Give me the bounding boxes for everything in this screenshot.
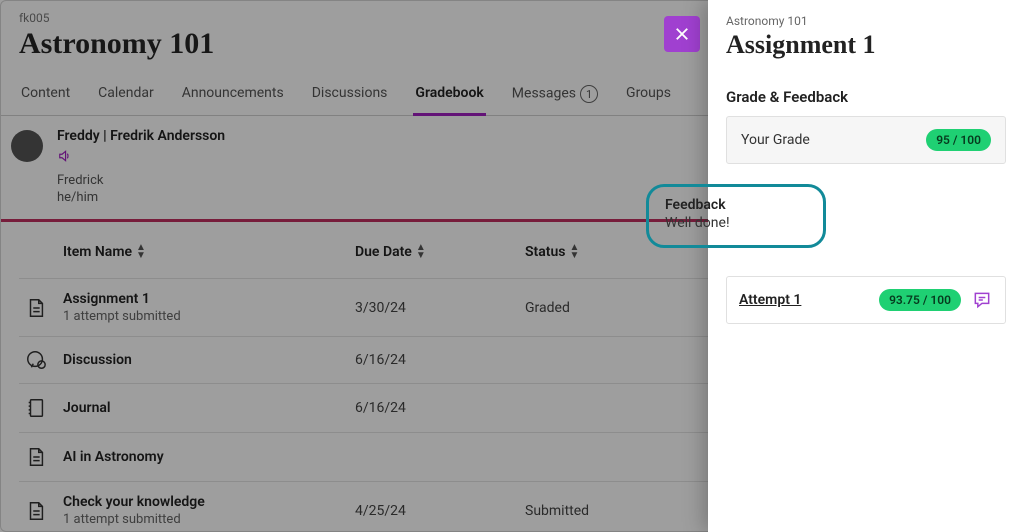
attempt-row: Attempt 1 93.75 / 100 bbox=[726, 276, 1006, 324]
feedback-text: Well done! bbox=[665, 215, 807, 231]
close-panel-button[interactable] bbox=[664, 16, 700, 52]
panel-title: Assignment 1 bbox=[726, 30, 1006, 60]
attempt-link[interactable]: Attempt 1 bbox=[739, 292, 869, 308]
panel-breadcrumb[interactable]: Astronomy 101 bbox=[726, 0, 1006, 28]
feedback-label: Feedback bbox=[665, 197, 807, 213]
your-grade-box: Your Grade 95 / 100 bbox=[726, 116, 1006, 164]
grade-feedback-heading: Grade & Feedback bbox=[726, 88, 1006, 106]
feedback-highlight-box: Feedback Well done! bbox=[646, 184, 826, 248]
attempt-grade: 93.75 / 100 bbox=[879, 289, 961, 311]
your-grade-label: Your Grade bbox=[741, 132, 810, 148]
grade-detail-panel: Astronomy 101 Assignment 1 Grade & Feedb… bbox=[708, 0, 1024, 532]
feedback-note-icon[interactable] bbox=[971, 289, 993, 311]
your-grade-value: 95 / 100 bbox=[926, 129, 991, 151]
